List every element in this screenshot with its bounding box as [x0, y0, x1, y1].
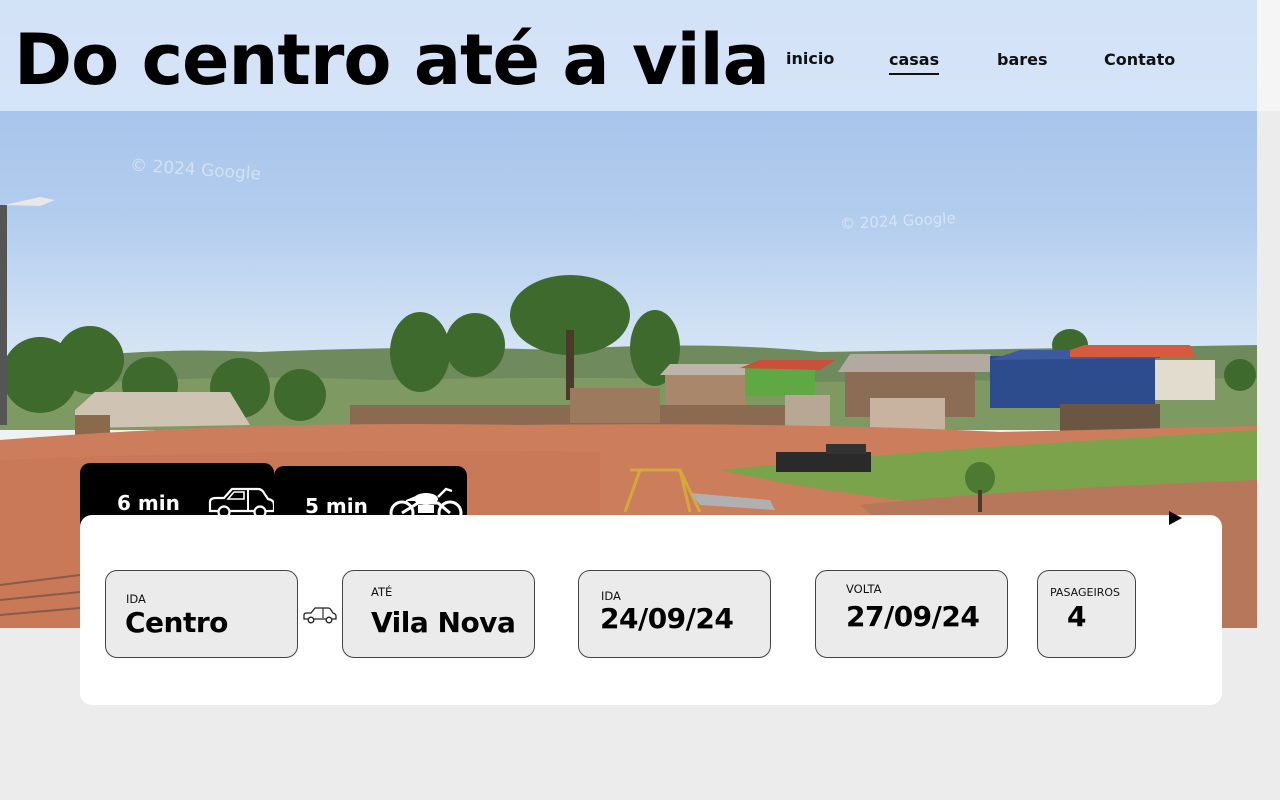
booking-card: IDA Centro ATÉ Vila Nova IDA 24/09/24 VO…: [80, 515, 1222, 705]
route-car-icon: [302, 606, 338, 628]
return-date-label: VOLTA: [846, 582, 882, 596]
header-bar: Do centro até a vila inicio casas bares …: [0, 0, 1257, 111]
departure-date-label: IDA: [601, 589, 621, 603]
passengers-value: 4: [1067, 600, 1086, 633]
passengers-label: PASAGEIROS: [1050, 586, 1120, 599]
return-date-value: 27/09/24: [846, 600, 980, 633]
play-icon[interactable]: [1169, 511, 1182, 525]
page-title: Do centro até a vila: [14, 19, 770, 101]
departure-date-field[interactable]: IDA 24/09/24: [578, 570, 771, 658]
travel-time-motorcycle-label: 5 min: [305, 493, 368, 518]
destination-value: Vila Nova: [371, 606, 516, 639]
passengers-field[interactable]: PASAGEIROS 4: [1037, 570, 1136, 658]
nav-link-inicio[interactable]: inicio: [786, 49, 834, 68]
departure-date-value: 24/09/24: [600, 602, 734, 635]
nav-link-casas[interactable]: casas: [889, 50, 940, 75]
travel-time-car-label: 6 min: [117, 490, 180, 515]
origin-value: Centro: [125, 606, 228, 639]
nav-link-contato[interactable]: Contato: [1104, 50, 1175, 69]
destination-field[interactable]: ATÉ Vila Nova: [342, 570, 535, 658]
right-gutter: [1257, 0, 1280, 628]
nav-link-bares[interactable]: bares: [997, 50, 1048, 69]
return-date-field[interactable]: VOLTA 27/09/24: [815, 570, 1008, 658]
destination-label: ATÉ: [371, 585, 393, 599]
origin-field[interactable]: IDA Centro: [105, 570, 298, 658]
origin-label: IDA: [126, 592, 146, 606]
